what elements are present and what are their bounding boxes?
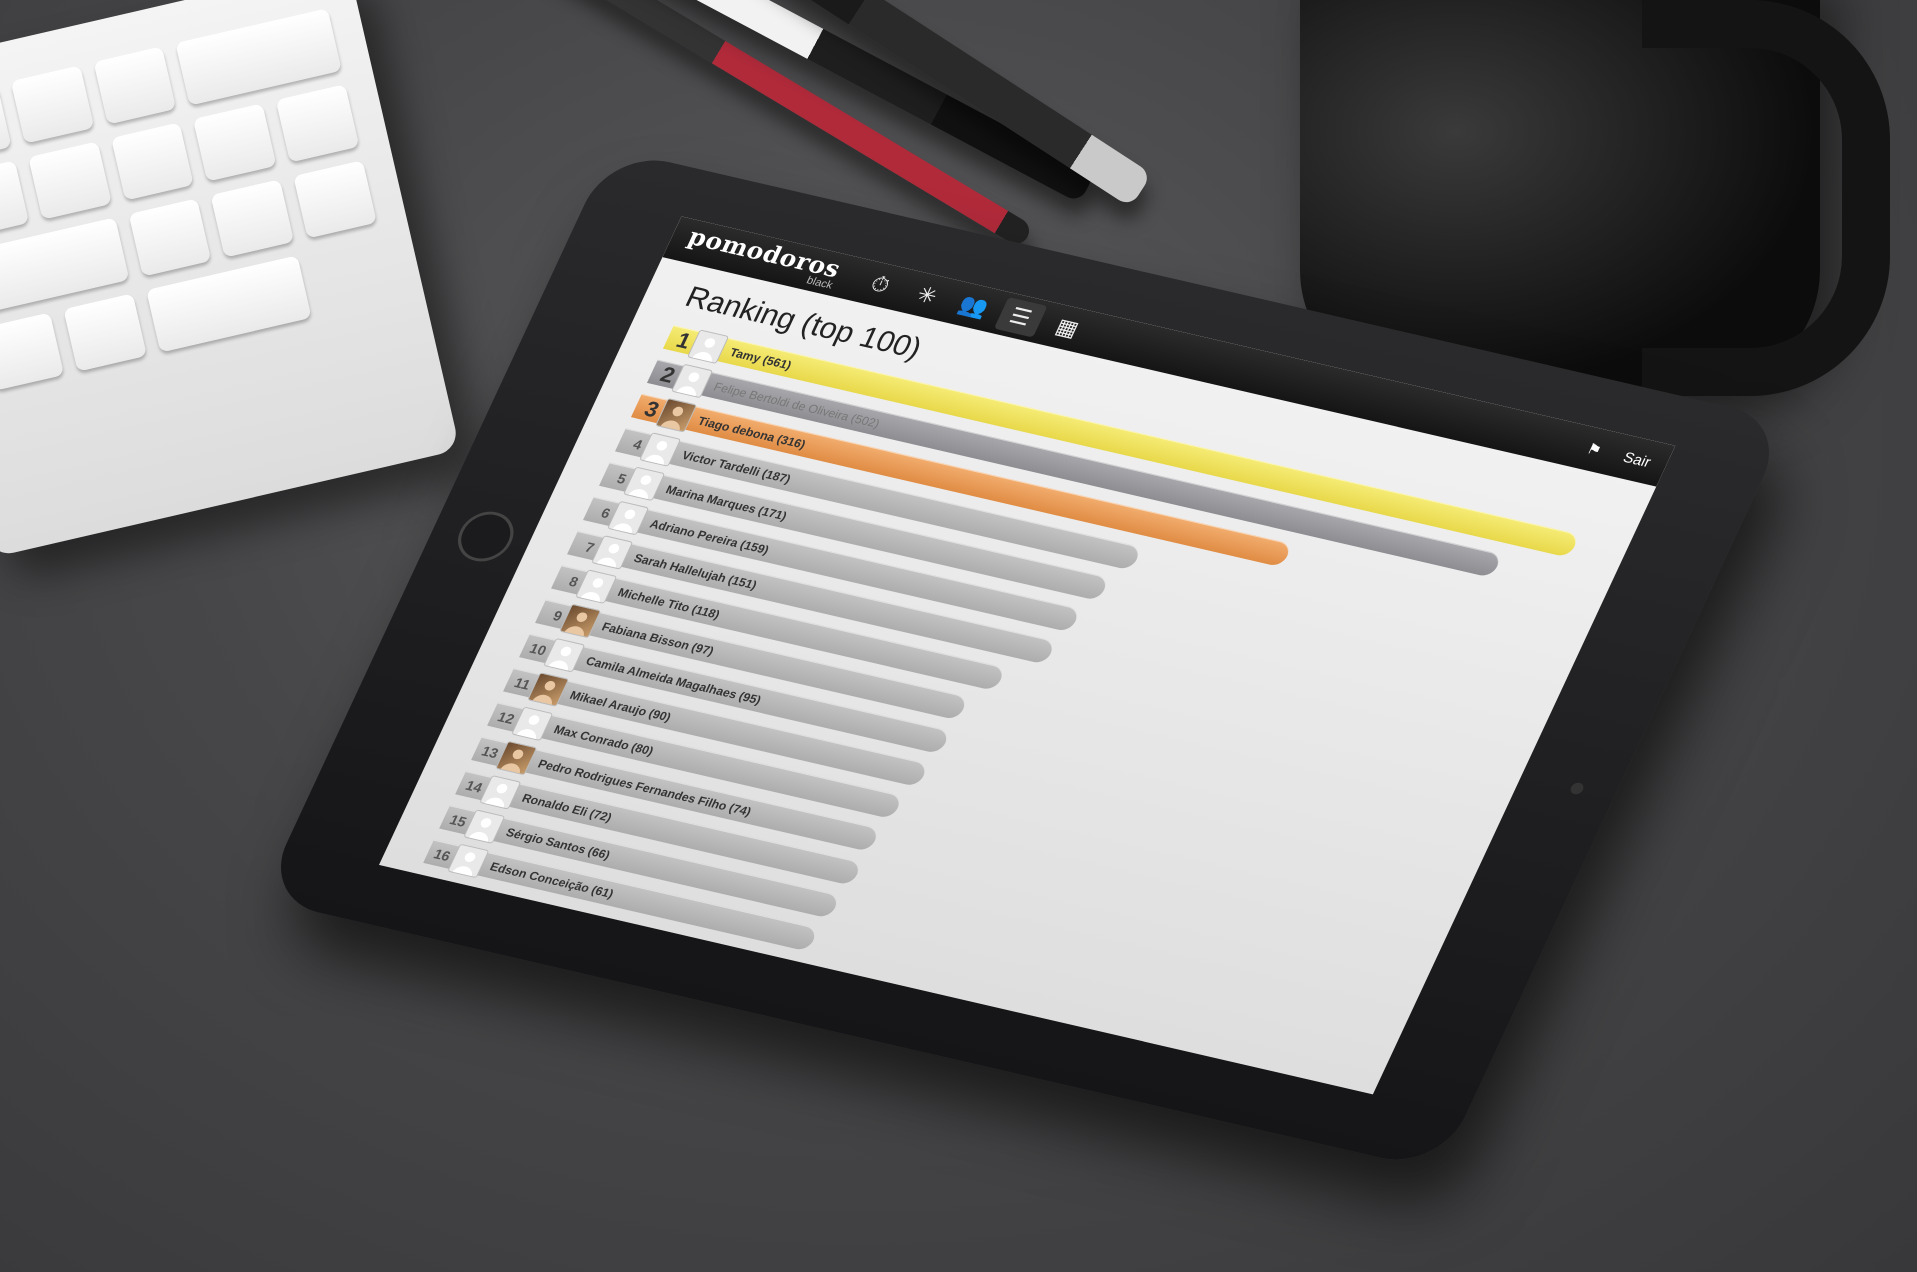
mug-handle: [1642, 0, 1890, 396]
ranking-user-score: 90: [650, 706, 670, 723]
keyboard-key: [275, 84, 360, 163]
keyboard-key: [28, 141, 112, 220]
ranking-user-score: 74: [730, 801, 750, 818]
keyboard-key: [63, 293, 147, 372]
keyboard-key: [293, 160, 377, 239]
keyboard-key: [0, 312, 64, 391]
keyboard-key: [193, 103, 277, 182]
ranking-user-score: 95: [740, 689, 760, 706]
pomodoro-timer-icon[interactable]: ⏱: [853, 265, 907, 306]
keyboard-key: [110, 122, 195, 201]
home-button[interactable]: [449, 506, 523, 567]
ranking-user-score: 80: [633, 740, 653, 757]
camera-lens: [1568, 781, 1586, 796]
keyboard-key: [128, 198, 212, 277]
keyboard-key: [93, 46, 177, 125]
keyboard-key: [0, 160, 29, 239]
keyboard-key: [0, 84, 12, 163]
ranking-list: 1 Tamy (561) 2 Felipe Bertoldi de Oliveira …: [421, 322, 1591, 1078]
main-content: Ranking (top 100) 1 Tamy (561) 2 Felipe Ber…: [379, 257, 1656, 1094]
keyboard: [0, 0, 461, 558]
keyboard-key: [210, 179, 295, 258]
ranking-user-score: 61: [593, 883, 613, 900]
logout-link[interactable]: Sair: [1621, 449, 1654, 471]
users-icon[interactable]: 👥: [947, 286, 1001, 327]
ranking-user-score: 66: [589, 844, 609, 861]
message-icon[interactable]: ⚑: [1584, 440, 1605, 460]
ranking-user-score: 97: [693, 640, 713, 657]
keyboard-key: [10, 65, 94, 144]
activity-icon[interactable]: ✳: [900, 275, 954, 316]
calendar-icon[interactable]: ▦: [1040, 308, 1094, 349]
ranking-icon[interactable]: ☰: [993, 296, 1048, 338]
ranking-user-score: 72: [591, 807, 611, 824]
